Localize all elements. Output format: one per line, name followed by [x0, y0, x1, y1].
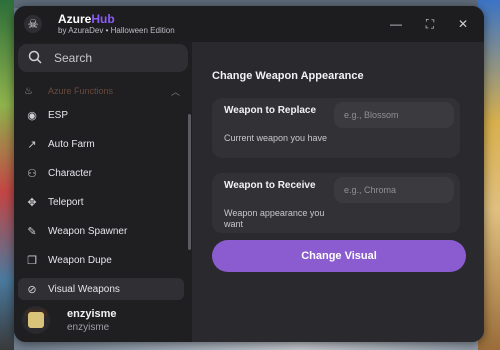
field-hint: Current weapon you have — [224, 133, 328, 143]
app-subtitle: by AzuraDev • Halloween Edition — [58, 26, 175, 35]
trend-icon: ↗ — [27, 138, 37, 151]
avatar-face — [28, 312, 44, 328]
sidebar-item-auto-farm[interactable]: ↗ Auto Farm — [18, 133, 184, 155]
sidebar-item-label: ESP — [48, 109, 69, 121]
sidebar-item-label: Weapon Dupe — [48, 254, 112, 266]
section-label: Azure Functions — [48, 86, 114, 96]
sidebar-item-label: Teleport — [48, 196, 84, 208]
user-profile[interactable]: enzyisme enzyisme — [14, 300, 192, 342]
chevron-up-icon: ︿ — [170, 86, 180, 97]
field-label: Weapon to Replace — [224, 105, 317, 116]
change-visual-button[interactable]: Change Visual — [212, 240, 466, 272]
field-hint: Weapon appearance you want — [224, 208, 325, 229]
main-panel: Change Weapon Appearance Weapon to Repla… — [192, 42, 484, 342]
brush-icon: ✎ — [27, 225, 37, 238]
page-title: Change Weapon Appearance — [212, 70, 364, 82]
weapon-receive-input[interactable] — [334, 177, 454, 203]
sidebar-item-label: Visual Weapons — [48, 283, 120, 295]
sidebar-item-esp[interactable]: ◉ ESP — [18, 104, 184, 126]
sidebar-item-label: Auto Farm — [48, 138, 95, 150]
sidebar-item-character[interactable]: ⚇ Character — [18, 162, 184, 184]
search-box[interactable] — [18, 44, 188, 72]
user-icon: ⚇ — [27, 167, 37, 180]
close-button[interactable]: ✕ — [454, 15, 472, 33]
eye-icon: ◉ — [27, 109, 37, 122]
flame-icon: ♨ — [24, 85, 33, 97]
title-bar[interactable]: ☠ AzureHub by AzuraDev • Halloween Editi… — [14, 6, 484, 42]
search-icon — [28, 50, 44, 67]
sidebar-item-label: Weapon Spawner — [48, 225, 128, 237]
app-window: ☠ AzureHub by AzuraDev • Halloween Editi… — [14, 6, 484, 342]
weapon-replace-input[interactable] — [334, 102, 454, 128]
sidebar-item-teleport[interactable]: ✥ Teleport — [18, 191, 184, 213]
copy-icon: ❐ — [27, 254, 37, 267]
avatar — [22, 306, 50, 334]
sidebar-item-weapon-spawner[interactable]: ✎ Weapon Spawner — [18, 220, 184, 242]
sidebar: ♨ Azure Functions ︿ ◉ ESP ↗ Auto Farm ⚇ … — [14, 42, 192, 342]
user-name: enzyisme — [67, 308, 117, 320]
maximize-button[interactable]: ⛶ — [421, 15, 439, 33]
app-title: AzureHub — [58, 12, 115, 26]
eye-off-icon: ⊘ — [27, 283, 37, 296]
move-icon: ✥ — [27, 196, 37, 209]
field-weapon-to-replace: Weapon to Replace Current weapon you hav… — [212, 98, 460, 158]
field-weapon-to-receive: Weapon to Receive Weapon appearance you … — [212, 173, 460, 233]
field-label: Weapon to Receive — [224, 180, 316, 191]
sidebar-item-label: Character — [48, 167, 92, 179]
app-title-part-a: Azure — [58, 12, 92, 26]
background-scene-left — [0, 0, 14, 350]
sidebar-scrollbar[interactable] — [188, 114, 191, 250]
section-azure-functions[interactable]: ♨ Azure Functions ︿ — [18, 82, 186, 100]
app-title-part-b: Hub — [91, 12, 115, 26]
user-handle: enzyisme — [67, 322, 110, 333]
sidebar-item-visual-weapons[interactable]: ⊘ Visual Weapons — [18, 278, 184, 300]
search-input[interactable] — [52, 50, 186, 66]
sidebar-item-weapon-dupe[interactable]: ❐ Weapon Dupe — [18, 249, 184, 271]
minimize-button[interactable]: — — [387, 15, 405, 33]
skull-icon: ☠ — [24, 15, 42, 33]
